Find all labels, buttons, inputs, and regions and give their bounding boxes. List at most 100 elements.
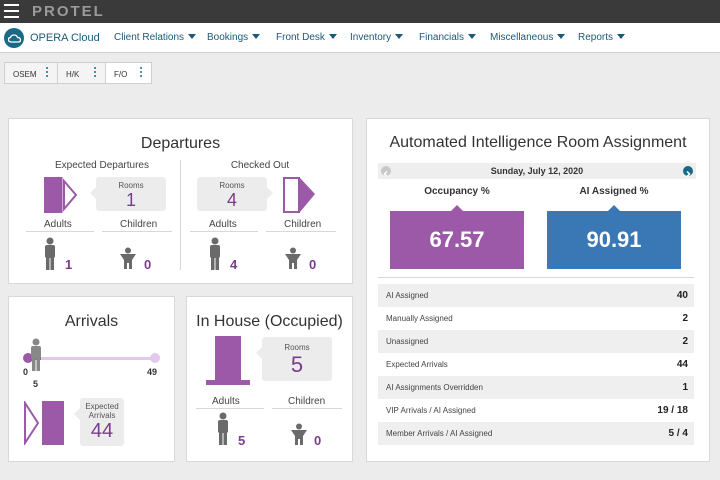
tab-hk-label: H/K xyxy=(66,70,80,79)
nav-front-desk[interactable]: Front Desk xyxy=(276,32,337,43)
caret-down-icon xyxy=(617,34,626,39)
stat-value: 2 xyxy=(682,336,688,347)
door-icon xyxy=(206,336,250,385)
occupancy-value: 67.57 xyxy=(390,205,524,269)
checked-out-adults-value: 4 xyxy=(230,257,238,272)
rooms-label: Rooms xyxy=(118,181,144,190)
stat-value: 19 / 18 xyxy=(657,405,688,416)
door-icon xyxy=(283,177,315,213)
tab-fo[interactable]: F/O xyxy=(105,62,152,84)
divider xyxy=(180,160,181,270)
ai-title: Automated Intelligence Room Assignment xyxy=(389,134,687,151)
ai-assigned-value: 90.91 xyxy=(547,205,681,269)
divider xyxy=(196,408,264,409)
in-house-children-value: 0 xyxy=(314,433,322,448)
nav-financials[interactable]: Financials xyxy=(419,32,477,43)
stat-label: Expected Arrivals xyxy=(386,360,448,369)
expected-adults-value: 1 xyxy=(65,257,73,272)
kebab-menu-icon[interactable] xyxy=(46,67,49,79)
hamburger-icon[interactable] xyxy=(4,4,19,18)
tab-osem-label: OSEM xyxy=(13,70,37,79)
kebab-menu-icon[interactable] xyxy=(140,67,143,79)
top-bar: PROTEL xyxy=(0,0,720,23)
caret-down-icon xyxy=(328,34,337,39)
in-house-adults-value: 5 xyxy=(238,433,246,448)
cloud-icon xyxy=(4,28,24,48)
child-icon xyxy=(285,247,301,269)
tab-fo-label: F/O xyxy=(114,70,128,79)
stat-row-vip-arrivals: VIP Arrivals / AI Assigned 19 / 18 xyxy=(378,399,694,422)
stat-value: 5 / 4 xyxy=(668,428,688,439)
child-icon xyxy=(291,423,307,445)
stat-label: AI Assigned xyxy=(386,291,429,300)
arrivals-max: 49 xyxy=(147,367,158,377)
stat-value: 44 xyxy=(676,359,688,370)
caret-down-icon xyxy=(468,34,477,39)
rooms-label: Rooms xyxy=(284,343,310,352)
stat-row-manually-assigned: Manually Assigned 2 xyxy=(378,307,694,330)
rooms-label: Rooms xyxy=(219,181,245,190)
expected-arrivals-value: 44 xyxy=(90,420,114,442)
adult-icon xyxy=(210,237,220,270)
stat-row-ai-overridden: AI Assignments Overridden 1 xyxy=(378,376,694,399)
divider xyxy=(26,231,94,232)
adult-icon xyxy=(31,338,41,371)
arrivals-title: Arrivals xyxy=(64,313,119,330)
departures-title: Departures xyxy=(140,135,221,152)
arrivals-label: Arrivals xyxy=(88,411,116,420)
nav-reports[interactable]: Reports xyxy=(578,32,626,43)
checked-out-children-value: 0 xyxy=(309,257,317,272)
caret-down-icon xyxy=(188,34,197,39)
arrivals-current: 5 xyxy=(33,379,39,389)
in-house-title: In House (Occupied) xyxy=(196,313,343,330)
nav-client-relations[interactable]: Client Relations xyxy=(114,32,197,43)
expected-label: Expected xyxy=(85,402,119,411)
nav-bookings[interactable]: Bookings xyxy=(207,32,261,43)
child-icon xyxy=(120,247,136,269)
stat-value: 2 xyxy=(682,313,688,324)
expected-rooms-bubble: Rooms 1 xyxy=(90,177,166,211)
divider xyxy=(102,231,172,232)
opera-cloud-logo[interactable]: OPERA Cloud xyxy=(4,28,100,48)
caret-down-icon xyxy=(252,34,261,39)
checked-out-rooms-bubble: Rooms 4 xyxy=(197,177,273,211)
children-label: Children xyxy=(120,219,158,230)
ai-assigned-label: AI Assigned % xyxy=(579,186,649,197)
adults-label: Adults xyxy=(209,219,237,230)
tab-hk[interactable]: H/K xyxy=(57,62,106,84)
kebab-menu-icon[interactable] xyxy=(94,67,97,79)
adult-icon xyxy=(218,412,228,445)
tab-osem[interactable]: OSEM xyxy=(4,62,58,84)
in-house-rooms-bubble: Rooms 5 xyxy=(256,337,332,381)
divider xyxy=(266,231,336,232)
occupancy-label: Occupancy % xyxy=(424,186,490,197)
expected-departures-label: Expected Departures xyxy=(55,160,149,171)
chevron-right-icon[interactable] xyxy=(683,166,693,178)
date-navigator: Sunday, July 12, 2020 xyxy=(378,163,696,179)
caret-down-icon xyxy=(395,34,404,39)
stat-label: Unassigned xyxy=(386,337,429,346)
arrivals-min: 0 xyxy=(23,367,29,377)
stat-label: AI Assignments Overridden xyxy=(386,383,483,392)
progress-end-dot xyxy=(150,353,160,363)
expected-children-value: 0 xyxy=(144,257,152,272)
door-icon xyxy=(24,401,64,445)
main-nav: OPERA Cloud Client Relations Bookings Fr… xyxy=(0,23,720,53)
stat-row-member-arrivals: Member Arrivals / AI Assigned 5 / 4 xyxy=(378,422,694,445)
door-icon xyxy=(44,177,78,213)
arrivals-progress-track xyxy=(28,357,156,360)
in-house-rooms-value: 5 xyxy=(290,352,304,377)
nav-miscellaneous[interactable]: Miscellaneous xyxy=(490,32,566,43)
stat-row-expected-arrivals: Expected Arrivals 44 xyxy=(378,353,694,376)
stat-label: Manually Assigned xyxy=(386,314,453,323)
expected-arrivals-bubble: Expected Arrivals 44 xyxy=(74,398,124,446)
stat-value: 1 xyxy=(682,382,688,393)
adults-label: Adults xyxy=(212,396,240,407)
adults-label: Adults xyxy=(44,219,72,230)
children-label: Children xyxy=(284,219,322,230)
stat-value: 40 xyxy=(676,290,688,301)
brand-logo: PROTEL xyxy=(32,3,105,20)
adult-icon xyxy=(45,237,55,270)
stat-row-ai-assigned: AI Assigned 40 xyxy=(378,284,694,307)
nav-inventory[interactable]: Inventory xyxy=(350,32,404,43)
